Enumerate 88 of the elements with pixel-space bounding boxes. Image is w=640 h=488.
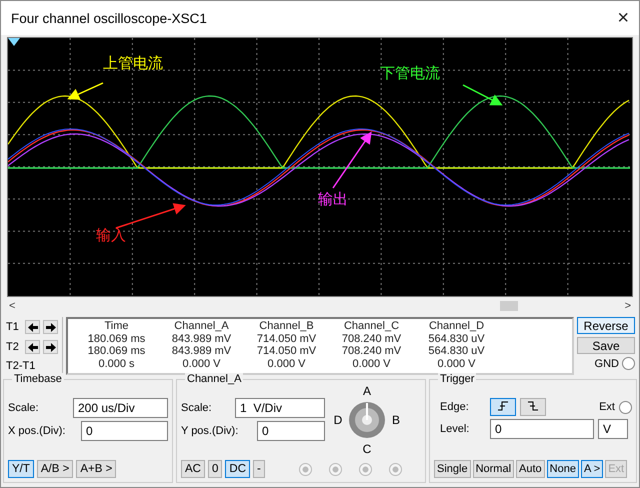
table-cell-text: 0.000 V <box>436 358 476 370</box>
rising-edge-icon <box>497 400 509 410</box>
column-header: Channel_B <box>258 320 315 332</box>
right-arrow-icon <box>46 342 56 352</box>
annotation-label: 输入 <box>96 226 126 245</box>
field-label: Scale: <box>8 402 40 414</box>
knob-label: D <box>334 413 342 427</box>
column-header: Time <box>103 320 130 332</box>
group-title: Timebase <box>12 373 64 385</box>
trigger-mode-button[interactable]: Auto <box>516 460 545 478</box>
column-header: Channel_C <box>342 320 400 332</box>
field-label: Level: <box>439 423 470 435</box>
table-cell-text: 843.989 mV <box>170 345 232 358</box>
annotation-label: 下管电流 <box>380 64 440 83</box>
cursor-label: T2-T1 <box>6 360 36 372</box>
knob-label: B <box>392 413 400 427</box>
coupling-button[interactable]: DC <box>225 460 250 478</box>
annotation-label: 输出 <box>318 190 348 209</box>
mode-button[interactable]: A+B > <box>76 460 116 478</box>
ext-label: Ext <box>599 401 615 413</box>
falling-edge-icon <box>527 400 539 410</box>
arrow <box>67 82 104 100</box>
field-label: Scale: <box>181 402 213 414</box>
table-cell-text: 0.000 V <box>182 358 222 370</box>
field-label: Y pos.(Div): <box>181 425 240 437</box>
mode-button[interactable]: Y/T <box>8 460 34 478</box>
arrow <box>462 84 503 106</box>
cursor-label: T1 <box>6 321 20 333</box>
edge-button[interactable] <box>490 398 516 416</box>
mode-button[interactable]: A/B > <box>36 460 74 478</box>
y-position-field[interactable]: 0 <box>257 421 325 441</box>
right-arrow-icon <box>46 322 56 332</box>
table-cell-text: 180.069 ms <box>86 345 146 358</box>
arrow <box>332 132 372 188</box>
unit-field[interactable]: V <box>598 419 628 439</box>
arrow <box>116 203 186 229</box>
coupling-button[interactable]: - <box>253 460 265 478</box>
cursor-right-button[interactable] <box>43 340 58 354</box>
knob-label: C <box>362 442 372 456</box>
cursor-label: T2 <box>6 341 20 353</box>
table-cell-text: 843.989 mV <box>170 332 232 345</box>
trigger-mode-button[interactable]: A > <box>580 460 604 478</box>
field-label: Edge: <box>439 401 470 413</box>
left-arrow-icon <box>28 322 38 332</box>
table-cell-text: 714.050 mV <box>256 332 318 345</box>
table-cell-text: 180.069 ms <box>86 332 146 345</box>
coupling-button[interactable]: 0 <box>208 460 222 478</box>
gnd-label: GND <box>594 358 619 370</box>
column-header: Channel_A <box>173 320 230 332</box>
table-cell-text: 714.050 mV <box>256 345 318 358</box>
table-cell-text: 708.240 mV <box>340 345 402 358</box>
action-button[interactable]: Save <box>577 337 635 354</box>
column-header: Channel_D <box>428 320 486 332</box>
knob-label: A <box>362 384 371 398</box>
table-cell-text: 564.830 uV <box>427 332 486 345</box>
scroll-left-button[interactable]: < <box>7 300 18 312</box>
cursor-left-button[interactable] <box>25 340 40 354</box>
scroll-right-button[interactable]: > <box>622 300 633 312</box>
table-cell-text: 0.000 s <box>97 358 136 370</box>
table-cell-text: 708.240 mV <box>340 332 402 345</box>
gnd-radio[interactable] <box>622 357 635 370</box>
edge-button[interactable] <box>520 398 546 416</box>
annotation-label: 上管电流 <box>103 54 163 73</box>
horizontal-scrollbar[interactable]: < > <box>7 299 633 313</box>
window-title: Four channel oscilloscope-XSC1 <box>11 10 207 26</box>
close-button[interactable]: × <box>617 6 629 30</box>
field-label: X pos.(Div): <box>8 425 66 437</box>
left-arrow-icon <box>28 342 38 352</box>
action-button[interactable]: Reverse <box>577 317 635 334</box>
group-title: Trigger <box>438 373 476 385</box>
table-cell-text: 0.000 V <box>352 358 392 370</box>
cursor-marker-icon[interactable] <box>8 38 20 46</box>
level-field[interactable]: 0 <box>490 419 594 439</box>
cursor-right-button[interactable] <box>43 320 58 334</box>
group-title: Channel_A <box>185 373 244 385</box>
x-position-field[interactable]: 0 <box>81 421 168 441</box>
ext-radio[interactable] <box>619 400 632 414</box>
scale-field[interactable]: 1 V/Div <box>235 398 325 418</box>
coupling-button[interactable]: AC <box>181 460 205 478</box>
trigger-mode-button[interactable]: None <box>546 460 579 478</box>
table-cell-text: 0.000 V <box>266 358 306 370</box>
trigger-mode-button[interactable]: Single <box>434 460 471 478</box>
table-cell-text: 564.830 uV <box>427 345 486 358</box>
trigger-mode-button[interactable]: Normal <box>472 460 514 478</box>
cursor-left-button[interactable] <box>25 320 40 334</box>
scroll-thumb[interactable] <box>500 301 518 311</box>
channel-selector-knob[interactable] <box>348 401 386 439</box>
scale-field[interactable]: 200 us/Div <box>73 398 168 418</box>
